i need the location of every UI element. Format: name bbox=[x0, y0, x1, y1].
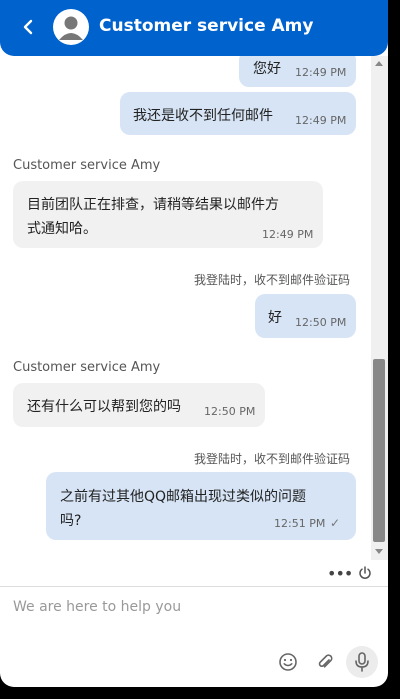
read-check-icon: ✓ bbox=[330, 516, 341, 530]
message-text: 您好 bbox=[253, 61, 281, 77]
message-text: 目前团队正在排查，请稍等结果以邮件方 bbox=[27, 197, 279, 213]
sender-name: Customer service Amy bbox=[13, 158, 161, 173]
message-list[interactable]: 您好 12:49 PM 我还是收不到任何邮件 12:49 PM Customer… bbox=[0, 56, 371, 560]
message-text: 好 bbox=[268, 310, 282, 326]
chat-widget: Customer service Amy 您好 12:49 PM 我还是收不到任… bbox=[0, 0, 388, 687]
attachment-icon[interactable] bbox=[315, 652, 335, 672]
scroll-up-icon[interactable] bbox=[375, 61, 383, 66]
microphone-icon bbox=[355, 652, 369, 672]
message-text-continued: 式通知哈。 bbox=[27, 221, 97, 237]
message-text-continued: 吗? bbox=[60, 513, 82, 529]
microphone-button[interactable] bbox=[346, 646, 378, 678]
avatar bbox=[53, 9, 89, 45]
message-outgoing: 好 12:50 PM bbox=[255, 294, 356, 338]
message-text: 还有什么可以帮到您的吗 bbox=[27, 399, 181, 415]
more-icon[interactable]: ••• bbox=[327, 564, 353, 583]
message-time: 12:51 PM bbox=[274, 517, 326, 530]
message-text: 之前有过其他QQ邮箱出现过类似的问题 bbox=[60, 489, 307, 505]
avatar-icon bbox=[59, 16, 83, 40]
message-input[interactable]: We are here to help you bbox=[13, 599, 181, 615]
message-time: 12:49 PM bbox=[295, 114, 347, 127]
message-time: 12:50 PM bbox=[204, 405, 256, 418]
page-title: Customer service Amy bbox=[99, 16, 314, 36]
sender-name: Customer service Amy bbox=[13, 360, 161, 375]
message-input-area: We are here to help you bbox=[0, 587, 388, 687]
scroll-down-icon[interactable] bbox=[375, 549, 383, 554]
message-time: 12:49 PM bbox=[295, 66, 347, 79]
emoji-icon[interactable] bbox=[278, 652, 298, 672]
chat-toolbar: ••• bbox=[0, 560, 388, 587]
message-time: 12:49 PM bbox=[262, 228, 314, 241]
message-outgoing: 您好 12:49 PM bbox=[239, 56, 356, 87]
message-incoming: 还有什么可以帮到您的吗 12:50 PM bbox=[13, 383, 265, 427]
message-outgoing: 之前有过其他QQ邮箱出现过类似的问题 吗? 12:51 PM ✓ bbox=[46, 472, 356, 540]
scrollbar[interactable] bbox=[371, 56, 388, 560]
power-icon[interactable] bbox=[358, 566, 372, 580]
scrollbar-thumb[interactable] bbox=[373, 359, 385, 542]
message-text: 我还是收不到任何邮件 bbox=[133, 108, 273, 124]
quoted-message: 我登陆时，收不到邮件验证码 bbox=[193, 452, 350, 466]
message-incoming: 目前团队正在排查，请稍等结果以邮件方 式通知哈。 12:49 PM bbox=[13, 181, 323, 248]
chat-header: Customer service Amy bbox=[0, 0, 388, 56]
quoted-message: 我登陆时，收不到邮件验证码 bbox=[193, 273, 350, 287]
message-outgoing: 我还是收不到任何邮件 12:49 PM bbox=[120, 92, 356, 135]
back-arrow-icon[interactable] bbox=[19, 17, 39, 37]
message-time: 12:50 PM bbox=[295, 316, 347, 329]
